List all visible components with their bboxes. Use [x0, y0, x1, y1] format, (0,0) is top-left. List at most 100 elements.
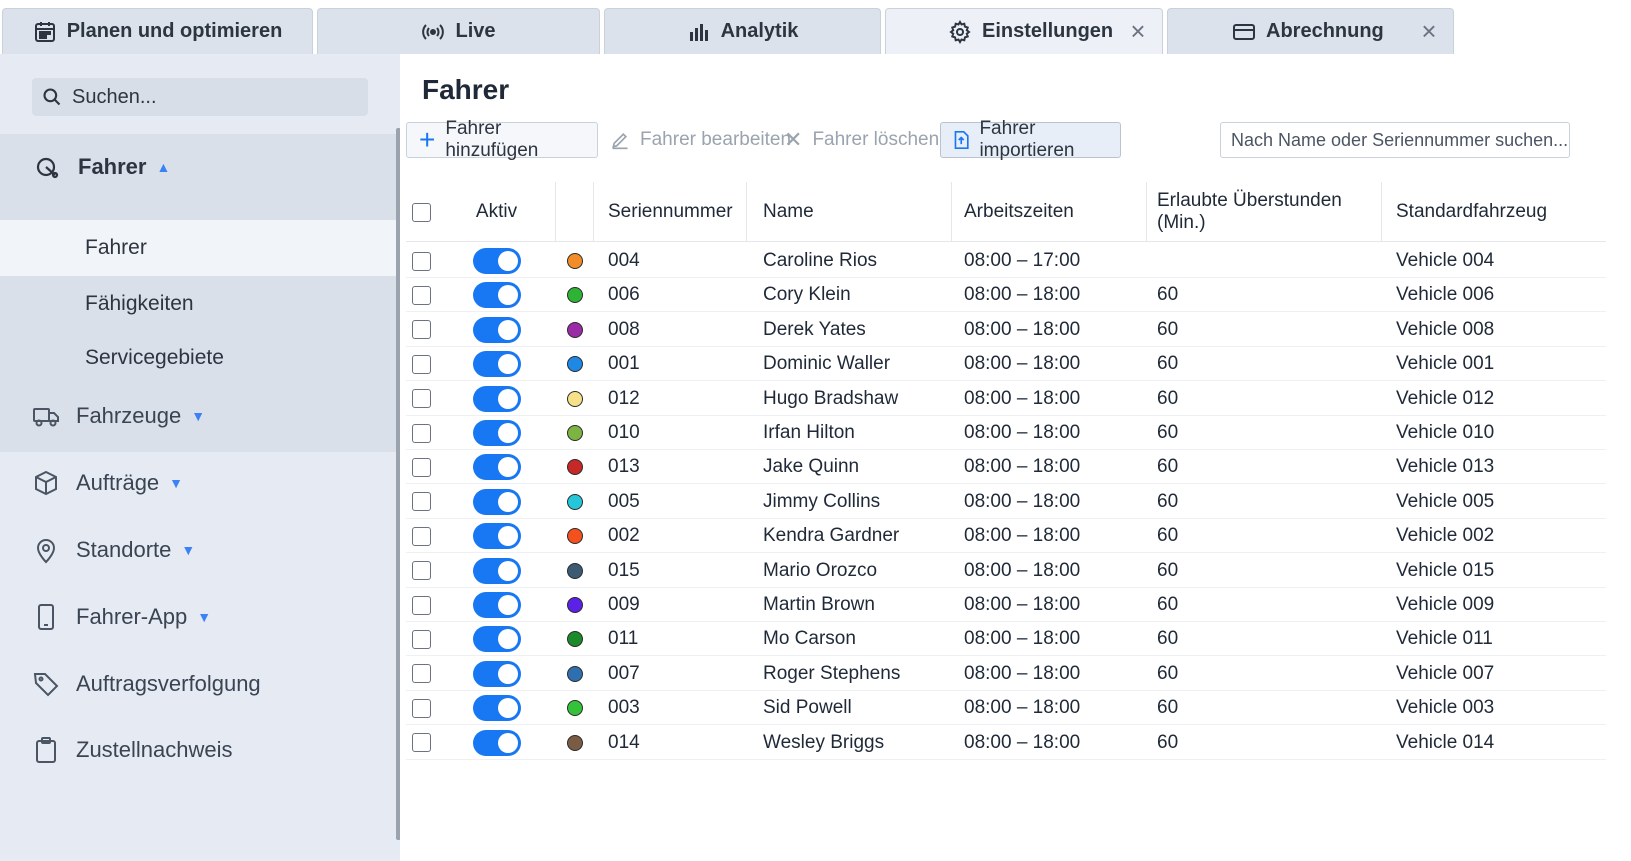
row-checkbox[interactable] [412, 629, 431, 649]
row-checkbox[interactable] [412, 698, 431, 718]
row-checkbox[interactable] [412, 320, 431, 340]
row-checkbox[interactable] [412, 595, 431, 615]
serial-cell: 009 [608, 594, 640, 615]
tab-abrechnung[interactable]: Abrechnung × [1167, 8, 1454, 54]
active-toggle[interactable] [473, 248, 521, 274]
delete-driver-button[interactable]: ✕ Fahrer löschen [772, 122, 951, 158]
sidebar-item-fahrer[interactable]: Fahrer ▲ [0, 134, 400, 200]
row-checkbox[interactable] [412, 561, 431, 581]
driver-search-input[interactable] [1220, 122, 1570, 158]
sidebar-subitem-faehigkeiten[interactable]: Fähigkeiten [0, 276, 400, 332]
serial-cell: 010 [608, 422, 640, 443]
sidebar-item-auftraege[interactable]: Aufträge ▼ [0, 458, 400, 508]
table-row[interactable]: 013 Jake Quinn 08:00 – 18:00 60 Vehicle … [406, 450, 1606, 485]
active-cell [438, 588, 556, 622]
table-row[interactable]: 015 Mario Orozco 08:00 – 18:00 60 Vehicl… [406, 554, 1606, 588]
table-row[interactable]: 009 Martin Brown 08:00 – 18:00 60 Vehicl… [406, 588, 1606, 622]
name-cell: Cory Klein [763, 284, 851, 306]
active-toggle[interactable] [473, 523, 521, 550]
row-checkbox[interactable] [412, 664, 431, 684]
table-row[interactable]: 004 Caroline Rios 08:00 – 17:00 Vehicle … [406, 244, 1606, 278]
sidebar-subitem-label: Fähigkeiten [85, 292, 194, 315]
table-row[interactable]: 006 Cory Klein 08:00 – 18:00 60 Vehicle … [406, 278, 1606, 313]
tab-label: Einstellungen [982, 20, 1114, 42]
table-row[interactable]: 008 Derek Yates 08:00 – 18:00 60 Vehicle… [406, 313, 1606, 347]
pencil-icon [612, 132, 628, 150]
row-checkbox[interactable] [412, 526, 431, 546]
active-toggle[interactable] [473, 729, 521, 756]
table-row[interactable]: 002 Kendra Gardner 08:00 – 18:00 60 Vehi… [406, 519, 1606, 554]
select-all-checkbox[interactable] [412, 202, 431, 222]
table-row[interactable]: 014 Wesley Briggs 08:00 – 18:00 60 Vehic… [406, 726, 1606, 760]
active-toggle[interactable] [473, 660, 521, 687]
hours-cell: 08:00 – 18:00 [964, 422, 1081, 443]
row-checkbox[interactable] [412, 492, 431, 512]
sidebar-item-fahrer-app[interactable]: Fahrer-App ▼ [0, 592, 400, 642]
active-toggle[interactable] [473, 592, 521, 618]
active-toggle[interactable] [473, 282, 521, 309]
active-cell [438, 519, 556, 553]
row-select-cell [406, 657, 438, 691]
tab-analytik[interactable]: Analytik [604, 8, 881, 54]
hours-cell: 08:00 – 18:00 [964, 318, 1081, 340]
sidebar-item-zustellnachweis[interactable]: Zustellnachweis [0, 725, 400, 775]
vehicle-cell: Vehicle 011 [1396, 628, 1493, 650]
table-row[interactable]: 007 Roger Stephens 08:00 – 18:00 60 Vehi… [406, 657, 1606, 691]
active-toggle[interactable] [473, 454, 521, 481]
header-active[interactable]: Aktiv [438, 182, 556, 242]
table-row[interactable]: 003 Sid Powell 08:00 – 18:00 60 Vehicle … [406, 691, 1606, 726]
sidebar-item-standorte[interactable]: Standorte ▼ [0, 525, 400, 575]
active-cell [438, 691, 556, 725]
header-name[interactable]: Name [747, 182, 952, 242]
table-row[interactable]: 010 Irfan Hilton 08:00 – 18:00 60 Vehicl… [406, 416, 1606, 450]
serial-cell: 007 [608, 662, 640, 684]
header-hours[interactable]: Arbeitszeiten [952, 182, 1147, 242]
row-checkbox[interactable] [412, 733, 431, 753]
active-toggle[interactable] [473, 557, 521, 584]
button-label: Fahrer hinzufügen [445, 118, 539, 161]
row-checkbox[interactable] [412, 251, 431, 271]
tab-planen[interactable]: Planen und optimieren [2, 8, 313, 54]
tab-einstellungen[interactable]: Einstellungen × [885, 8, 1163, 54]
sidebar-search[interactable]: Suchen... [32, 78, 368, 116]
row-checkbox[interactable] [412, 423, 431, 443]
close-icon[interactable]: × [1128, 18, 1148, 44]
header-serial[interactable]: Seriennummer [594, 182, 747, 242]
tab-live[interactable]: Live [317, 8, 600, 54]
overtime-cell: 60 [1157, 318, 1179, 340]
header-overtime[interactable]: Erlaubte Überstunden (Min.) [1147, 182, 1382, 242]
hours-cell: 08:00 – 18:00 [964, 628, 1081, 650]
row-checkbox[interactable] [412, 457, 431, 477]
active-toggle[interactable] [473, 488, 521, 515]
close-icon[interactable]: × [1419, 18, 1439, 44]
plus-icon: + [419, 124, 436, 155]
header-vehicle[interactable]: Standardfahrzeug [1382, 182, 1582, 242]
active-toggle[interactable] [473, 420, 521, 446]
chevron-down-icon: ▼ [197, 609, 212, 625]
add-driver-button[interactable]: + Fahrer hinzufügen [406, 118, 598, 161]
sidebar-item-auftragsverfolgung[interactable]: Auftragsverfolgung [0, 659, 400, 709]
serial-cell: 008 [608, 318, 640, 340]
active-toggle[interactable] [473, 626, 521, 653]
import-driver-button[interactable]: Fahrer importieren [940, 118, 1121, 161]
active-toggle[interactable] [473, 351, 521, 378]
overtime-cell: 60 [1157, 456, 1179, 478]
active-toggle[interactable] [473, 385, 521, 412]
sidebar-item-fahrzeuge[interactable]: Fahrzeuge ▼ [0, 391, 400, 441]
table-row[interactable]: 011 Mo Carson 08:00 – 18:00 60 Vehicle 0… [406, 622, 1606, 657]
active-toggle[interactable] [473, 695, 521, 722]
button-label: Fahrer importieren [979, 118, 1075, 161]
table-row[interactable]: 001 Dominic Waller 08:00 – 18:00 60 Vehi… [406, 347, 1606, 382]
overtime-cell: 60 [1157, 697, 1179, 719]
sidebar-subitem-servicegebiete[interactable]: Servicegebiete [0, 330, 400, 386]
color-cell [556, 485, 594, 519]
row-checkbox[interactable] [412, 354, 431, 374]
row-checkbox[interactable] [412, 285, 431, 305]
table-row[interactable]: 005 Jimmy Collins 08:00 – 18:00 60 Vehic… [406, 485, 1606, 519]
name-cell: Jake Quinn [763, 456, 860, 478]
sidebar-subitem-fahrer[interactable]: Fahrer [0, 220, 400, 276]
row-checkbox[interactable] [412, 389, 431, 409]
table-row[interactable]: 012 Hugo Bradshaw 08:00 – 18:00 60 Vehic… [406, 382, 1606, 416]
driver-color-dot [567, 356, 583, 373]
active-toggle[interactable] [473, 316, 521, 343]
